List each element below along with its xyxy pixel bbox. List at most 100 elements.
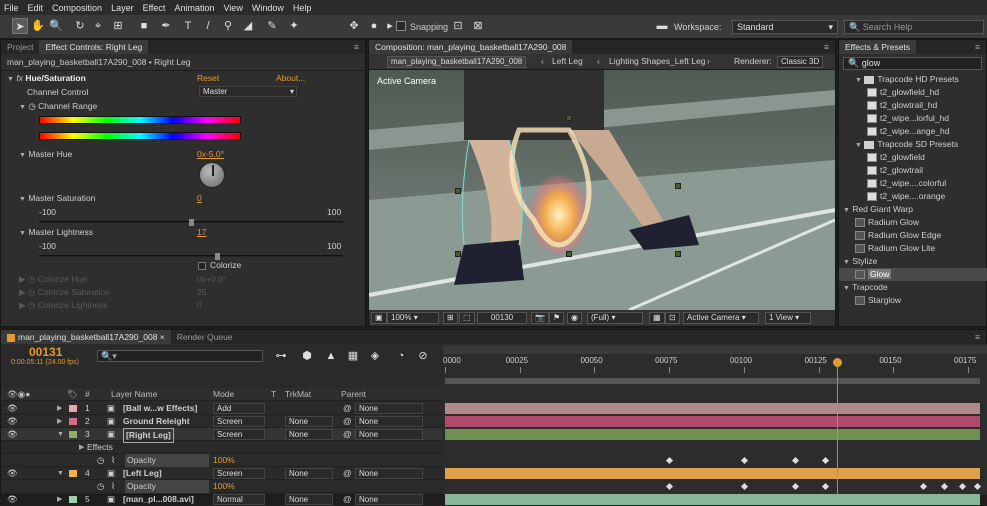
- keyframe-diamond[interactable]: [791, 482, 799, 491]
- effects-list-item[interactable]: Starglow: [839, 294, 987, 307]
- timeline-search-input[interactable]: 🔍▾: [97, 350, 263, 362]
- presets-folder[interactable]: ▼ Trapcode SD Presets: [839, 138, 987, 151]
- zoom-select[interactable]: 100% ▾: [387, 312, 439, 324]
- menu-item-layer[interactable]: Layer: [111, 3, 134, 13]
- blend-mode-select[interactable]: Screen: [213, 468, 265, 479]
- effects-list-item[interactable]: t2_glowtrail: [839, 164, 987, 177]
- expand-triangle-icon[interactable]: ▶: [57, 402, 62, 415]
- playhead[interactable]: [832, 358, 842, 495]
- work-area-bar[interactable]: [443, 346, 987, 354]
- menu-item-edit[interactable]: Edit: [28, 3, 44, 13]
- pick-whip-icon[interactable]: @: [343, 415, 352, 428]
- blend-mode-select[interactable]: Screen: [213, 429, 265, 440]
- trkmat-select[interactable]: None: [285, 416, 333, 427]
- slider-knob[interactable]: [189, 219, 194, 226]
- keyframe-diamond[interactable]: [973, 482, 982, 491]
- 3d-view-icon[interactable]: ⊡: [665, 312, 680, 324]
- keyframe-diamond[interactable]: [821, 482, 829, 491]
- panel-menu-icon[interactable]: ≡: [975, 332, 980, 342]
- timeline-layer-row[interactable]: 👁 ▶ 2 ▣ Ground Releight Screen None @ None: [1, 415, 442, 428]
- world-axis-icon[interactable]: ●: [366, 18, 382, 34]
- keyframe-diamond[interactable]: [666, 482, 674, 491]
- timeline-graph-area[interactable]: 0000 00025 00050 00075 00100 00125 00150 00175: [443, 344, 987, 505]
- panel-menu-icon[interactable]: ≡: [824, 42, 829, 52]
- collapse-triangle-icon[interactable]: ▼: [19, 196, 26, 203]
- trkmat-select[interactable]: None: [285, 494, 333, 505]
- workspace-select[interactable]: Standard ▾: [732, 20, 838, 34]
- timeline-layer-row[interactable]: 👁 ▼ 3 ▣ [Right Leg] Screen None @ None: [1, 428, 442, 443]
- collapse-triangle-icon[interactable]: ▼: [19, 230, 26, 237]
- blend-mode-select[interactable]: Screen: [213, 416, 265, 427]
- opacity-property-row[interactable]: ◷ ⌇ Opacity 100%: [1, 480, 442, 493]
- keyframe-diamond[interactable]: [821, 456, 829, 465]
- layer-duration-bar[interactable]: [445, 494, 980, 505]
- timeline-layer-row[interactable]: 👁 ▼ 4 ▣ [Left Leg] Screen None @ None: [1, 467, 442, 480]
- effects-list-item[interactable]: Radium Glow: [839, 216, 987, 229]
- effects-category[interactable]: ▼ Stylize: [839, 255, 987, 268]
- brush-tool-icon[interactable]: /: [200, 18, 216, 34]
- close-icon[interactable]: ×: [160, 332, 165, 342]
- master-saturation-value[interactable]: 0: [197, 192, 202, 205]
- always-preview-icon[interactable]: ▣: [371, 312, 387, 324]
- keyframe-diamond[interactable]: [791, 456, 799, 465]
- channel-icon[interactable]: ◉: [567, 312, 582, 324]
- layer-name-header[interactable]: Layer Name: [111, 388, 157, 401]
- colorize-checkbox[interactable]: [198, 262, 206, 270]
- effects-list-item[interactable]: t2_wipe....colorful: [839, 177, 987, 190]
- panel-menu-icon[interactable]: ≡: [975, 42, 980, 52]
- pick-whip-icon[interactable]: @: [343, 428, 352, 441]
- effects-list-item[interactable]: Radium Glow Lite: [839, 242, 987, 255]
- tab-effect-controls[interactable]: Effect Controls: Right Leg: [39, 40, 149, 54]
- frame-blending-icon[interactable]: ▦: [345, 348, 361, 364]
- collapse-triangle-icon[interactable]: ▼: [843, 259, 850, 266]
- master-lightness-slider[interactable]: [39, 253, 343, 260]
- layer-name[interactable]: Ground Releight: [123, 415, 190, 428]
- collapse-triangle-icon[interactable]: ▼: [7, 76, 14, 83]
- time-ruler[interactable]: 0000 00025 00050 00075 00100 00125 00150 00175: [443, 356, 987, 376]
- blend-mode-select[interactable]: Normal: [213, 494, 265, 505]
- opacity-value[interactable]: 100%: [213, 480, 235, 493]
- path-handle[interactable]: [455, 251, 461, 257]
- path-handle[interactable]: [675, 251, 681, 257]
- type-tool-icon[interactable]: T: [180, 18, 196, 34]
- draft-3d-icon[interactable]: ⬢: [299, 348, 315, 364]
- effects-list-item[interactable]: t2_wipe...lorful_hd: [839, 112, 987, 125]
- snap-feather-icon[interactable]: ⊠: [470, 18, 486, 34]
- menu-item-view[interactable]: View: [223, 3, 242, 13]
- collapse-triangle-icon[interactable]: ▼: [19, 104, 26, 111]
- tab-timeline[interactable]: man_playing_basketball17A290_008 ×: [1, 330, 171, 344]
- puppet-pin-tool-icon[interactable]: ✦: [286, 18, 302, 34]
- master-saturation-slider[interactable]: [39, 219, 343, 226]
- menu-item-composition[interactable]: Composition: [52, 3, 102, 13]
- master-hue-value[interactable]: 0x-5.0°: [197, 148, 224, 161]
- comp-nav-item-main[interactable]: man_playing_basketball17A290_008: [387, 56, 527, 68]
- effects-list-item[interactable]: t2_glowtrail_hd: [839, 99, 987, 112]
- layer-name[interactable]: [Left Leg]: [123, 467, 162, 480]
- menu-item-effect[interactable]: Effect: [143, 3, 166, 13]
- blend-mode-select[interactable]: Add: [213, 403, 265, 414]
- keyframe-diamond[interactable]: [740, 482, 748, 491]
- comp-mini-flowchart-icon[interactable]: ⊶: [273, 348, 289, 364]
- fit-icon[interactable]: ⊞: [443, 312, 458, 324]
- collapse-triangle-icon[interactable]: ▼: [843, 285, 850, 292]
- snapshot-icon[interactable]: 📷: [531, 312, 549, 324]
- snapping-checkbox[interactable]: [396, 21, 406, 31]
- collapse-triangle-icon[interactable]: ▼: [843, 207, 850, 214]
- zoom-tool-icon[interactable]: 🔍: [48, 18, 64, 34]
- keyframe-diamond[interactable]: [920, 482, 928, 491]
- label-color-swatch[interactable]: [69, 405, 77, 412]
- master-lightness-value[interactable]: 17: [197, 226, 206, 239]
- trkmat-select[interactable]: None: [285, 429, 333, 440]
- effects-list-item[interactable]: Glow: [839, 268, 987, 281]
- label-color-swatch[interactable]: [69, 431, 77, 438]
- search-help-input[interactable]: 🔍 Search Help: [844, 20, 984, 34]
- effects-list-item[interactable]: t2_glowfield_hd: [839, 86, 987, 99]
- tab-effects-presets[interactable]: Effects & Presets: [839, 40, 917, 54]
- opacity-value[interactable]: 100%: [213, 454, 235, 467]
- layer-duration-bar[interactable]: [445, 403, 980, 414]
- local-axis-icon[interactable]: ✥: [346, 18, 362, 34]
- tab-project[interactable]: Project: [1, 40, 39, 54]
- effects-category[interactable]: ▼ Trapcode: [839, 281, 987, 294]
- eye-icon[interactable]: 👁: [7, 402, 18, 415]
- effects-list-item[interactable]: t2_glowfield: [839, 151, 987, 164]
